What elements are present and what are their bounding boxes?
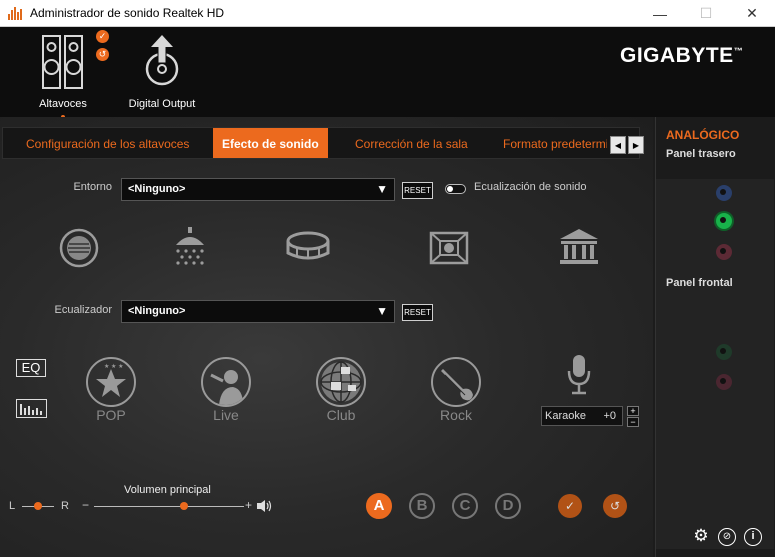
maximize-button[interactable]: ☐	[683, 0, 729, 27]
device-altavoces[interactable]: Altavoces	[34, 33, 92, 119]
info-icon[interactable]: i	[744, 528, 762, 546]
preset-live-label: Live	[213, 407, 239, 423]
environment-select[interactable]: <Ninguno> ▼	[121, 178, 395, 201]
disco-ball-icon	[320, 361, 362, 403]
karaoke-value: +0	[603, 410, 616, 422]
tab-bar: Configuración de los altavoces Efecto de…	[2, 127, 644, 159]
microphone-icon	[567, 355, 591, 395]
front-panel-label: Panel frontal	[666, 277, 733, 289]
profile-b-button[interactable]: B	[409, 493, 435, 519]
stadium-icon[interactable]	[285, 229, 331, 265]
profile-a-button[interactable]: A	[366, 493, 392, 519]
chevron-down-icon: ▼	[376, 182, 388, 196]
device-altavoces-label: Altavoces	[39, 98, 87, 110]
analog-title: ANALÓGICO	[666, 128, 740, 142]
volume-label: Volumen principal	[124, 484, 211, 496]
header-bar: Altavoces ✓ ↺ Digital Output GIGABYTE™	[0, 27, 775, 119]
rear-panel-label: Panel trasero	[666, 148, 736, 160]
balance-left-label: L	[9, 500, 16, 512]
chevron-down-icon: ▼	[376, 304, 388, 318]
hall-icon[interactable]	[558, 227, 600, 267]
volume-minus-icon: −	[82, 498, 90, 512]
karaoke-label: Karaoke	[545, 410, 586, 422]
window-title: Administrador de sonido Realtek HD	[30, 6, 225, 20]
equalizer-select[interactable]: <Ninguno> ▼	[121, 300, 395, 323]
svg-text:★ ★ ★: ★ ★ ★	[104, 363, 123, 370]
jack-mic-icon[interactable]	[716, 244, 732, 260]
equalizer-reset-button[interactable]: RESET	[402, 304, 433, 321]
eq-button[interactable]: EQ	[16, 359, 46, 377]
preset-rock-label: Rock	[440, 407, 472, 423]
equalizer-select-value: <Ninguno>	[128, 305, 186, 317]
analog-panel	[655, 117, 775, 557]
check-badge-icon: ✓	[96, 30, 109, 43]
gear-icon[interactable]: ⚙	[692, 527, 710, 545]
balance-slider-thumb[interactable]	[34, 502, 42, 510]
speakers-icon	[42, 35, 83, 89]
digital-output-icon	[145, 35, 179, 86]
graphic-eq-icon[interactable]	[16, 399, 47, 418]
volume-slider-thumb[interactable]	[180, 502, 188, 510]
volume-slider[interactable]	[94, 506, 244, 507]
jack-line-in-icon[interactable]	[716, 185, 732, 201]
gigabyte-logo: GIGABYTE™	[620, 44, 744, 67]
speaker-volume-icon[interactable]	[256, 499, 274, 513]
minimize-button[interactable]: —	[637, 0, 683, 27]
jack-front-headphone-icon[interactable]	[716, 344, 732, 360]
volume-plus-icon: +	[245, 498, 253, 512]
realtek-app-icon	[8, 6, 22, 20]
star-icon: ★ ★ ★	[96, 363, 126, 397]
tab-speaker-config[interactable]: Configuración de los altavoces	[26, 128, 189, 158]
sewer-icon[interactable]	[58, 227, 100, 269]
karaoke-field[interactable]: Karaoke +0	[541, 406, 623, 426]
equalization-toggle-label: Ecualización de sonido	[474, 181, 587, 193]
preset-club[interactable]: Club	[313, 357, 369, 423]
environment-reset-button[interactable]: RESET	[402, 182, 433, 199]
tab-scroll-right-button[interactable]: ▶	[628, 136, 644, 154]
singer-icon	[210, 370, 243, 405]
room-icon[interactable]	[428, 227, 470, 267]
jack-line-out-icon[interactable]	[716, 213, 732, 229]
guitar-icon	[441, 369, 473, 401]
balance-right-label: R	[61, 500, 69, 512]
sound-effects-panel: Configuración de los altavoces Efecto de…	[0, 117, 653, 557]
tab-sound-effect[interactable]: Efecto de sonido	[213, 128, 328, 158]
close-button[interactable]: ✕	[729, 0, 775, 27]
tab-scroll-left-button[interactable]: ◀	[610, 136, 626, 154]
no-sign-icon[interactable]: ⊘	[718, 528, 736, 546]
equalization-toggle[interactable]	[445, 184, 466, 194]
check-icon[interactable]: ✓	[558, 494, 582, 518]
profile-c-button[interactable]: C	[452, 493, 478, 519]
tab-default-format[interactable]: Formato predetermi	[503, 128, 607, 158]
profile-d-button[interactable]: D	[495, 493, 521, 519]
preset-pop-label: POP	[96, 407, 126, 423]
karaoke-decrease-button[interactable]: −	[627, 417, 639, 427]
environment-select-value: <Ninguno>	[128, 183, 186, 195]
title-bar: Administrador de sonido Realtek HD — ☐ ✕	[0, 0, 775, 27]
connector-badge-icon: ↺	[96, 48, 109, 61]
device-digital-output[interactable]: Digital Output	[122, 33, 202, 110]
tab-room-correction[interactable]: Corrección de la sala	[355, 128, 468, 158]
shower-icon[interactable]	[170, 225, 210, 267]
connector-icon[interactable]: ↺	[603, 494, 627, 518]
preset-live[interactable]: Live	[198, 357, 254, 423]
preset-rock[interactable]: Rock	[428, 357, 484, 423]
preset-club-label: Club	[326, 407, 356, 423]
device-digital-output-label: Digital Output	[128, 98, 196, 110]
environment-label: Entorno	[73, 181, 112, 193]
karaoke-increase-button[interactable]: +	[627, 406, 639, 416]
jack-front-mic-icon[interactable]	[716, 374, 732, 390]
preset-pop[interactable]: ★ ★ ★ POP	[83, 357, 139, 423]
equalizer-label: Ecualizador	[54, 304, 112, 316]
